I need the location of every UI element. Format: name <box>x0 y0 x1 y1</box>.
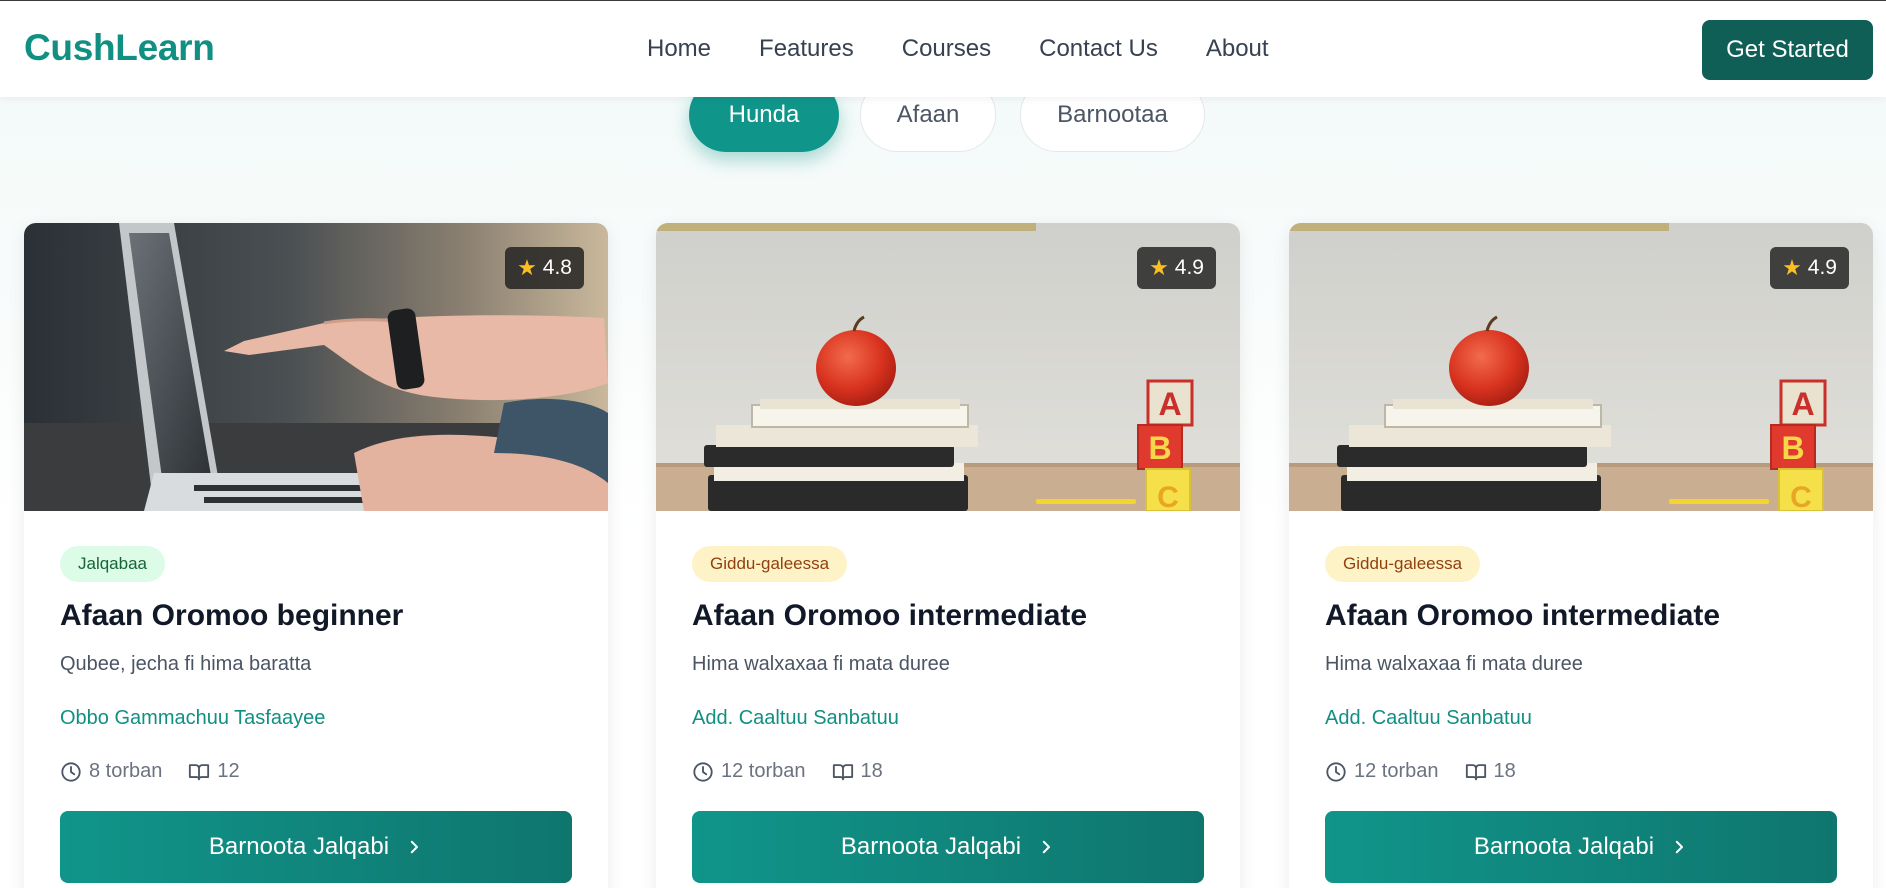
lessons-count: 18 <box>860 760 883 782</box>
duration: 8 torban <box>60 760 162 783</box>
svg-text:A: A <box>1158 386 1181 422</box>
lessons-count: 12 <box>217 760 240 782</box>
course-card[interactable]: ★ 4.8 Jalqabaa Afaan Oromoo beginner Qub… <box>24 223 608 888</box>
rating-badge: ★ 4.9 <box>1137 247 1216 289</box>
course-image-apple: A B C ★ 4.9 <box>1289 223 1873 511</box>
course-image-apple: A B C ★ 4.9 <box>656 223 1240 511</box>
chevron-right-icon <box>1675 840 1684 854</box>
logo[interactable]: CushLearn <box>24 27 215 69</box>
course-description: Hima walxaxaa fi mata duree <box>692 653 950 675</box>
svg-text:B: B <box>1148 430 1171 466</box>
instructor-name[interactable]: Add. Caaltuu Sanbatuu <box>692 706 1204 730</box>
start-course-button[interactable]: Barnoota Jalqabi <box>60 811 572 883</box>
site-header: CushLearn Home Features Courses Contact … <box>0 0 1886 97</box>
duration-value: 8 torban <box>89 760 163 782</box>
start-course-button[interactable]: Barnoota Jalqabi <box>1325 811 1837 883</box>
clock-icon <box>61 761 81 782</box>
nav-about[interactable]: About <box>1206 35 1269 63</box>
instructor-name[interactable]: Add. Caaltuu Sanbatuu <box>1325 706 1837 730</box>
rating-value: 4.9 <box>1174 256 1204 279</box>
course-card[interactable]: A B C ★ 4.9 Giddu-galeessa Afaan Oromoo … <box>656 223 1240 888</box>
lessons-count: 18 <box>1493 760 1516 782</box>
book-icon <box>1465 763 1486 780</box>
chevron-right-icon <box>1042 840 1051 854</box>
rating-badge: ★ 4.8 <box>505 247 584 289</box>
course-description: Hima walxaxaa fi mata duree <box>1325 653 1583 675</box>
duration: 12 torban <box>692 760 806 783</box>
book-icon <box>189 763 210 780</box>
instructor-name[interactable]: Obbo Gammachuu Tasfaayee <box>60 706 572 730</box>
duration-value: 12 torban <box>721 760 806 782</box>
nav-contact-us[interactable]: Contact Us <box>1039 35 1158 63</box>
card-body: Giddu-galeessa Afaan Oromoo intermediate… <box>692 546 1204 783</box>
lessons: 18 <box>832 760 883 783</box>
page: CushLearn Home Features Courses Contact … <box>0 0 1886 888</box>
lessons: 18 <box>1465 760 1516 783</box>
svg-text:C: C <box>1157 481 1179 511</box>
start-course-label: Barnoota Jalqabi <box>840 833 1022 860</box>
level-badge: Giddu-galeessa <box>692 546 848 582</box>
course-meta: 12 torban 18 <box>1325 760 1837 783</box>
rating-value: 4.8 <box>542 256 572 279</box>
rating-badge: ★ 4.9 <box>1770 247 1849 289</box>
book-icon <box>832 763 853 780</box>
star-icon: ★ <box>1149 255 1169 280</box>
start-course-label: Barnoota Jalqabi <box>1473 833 1655 860</box>
start-course-button[interactable]: Barnoota Jalqabi <box>692 811 1204 883</box>
clock-icon <box>693 761 713 782</box>
level-badge: Jalqabaa <box>60 546 166 582</box>
course-description: Qubee, jecha fi hima baratta <box>60 653 312 675</box>
duration-value: 12 torban <box>1354 760 1439 782</box>
course-meta: 8 torban 12 <box>60 760 572 783</box>
course-title[interactable]: Afaan Oromoo intermediate <box>692 598 1204 634</box>
course-title[interactable]: Afaan Oromoo beginner <box>60 598 572 634</box>
rating-value: 4.9 <box>1807 256 1837 279</box>
main-nav: Home Features Courses Contact Us About <box>647 35 1269 63</box>
star-icon: ★ <box>517 255 537 280</box>
get-started-button[interactable]: Get Started <box>1702 20 1873 80</box>
duration: 12 torban <box>1325 760 1439 783</box>
card-body: Jalqabaa Afaan Oromoo beginner Qubee, je… <box>60 546 572 783</box>
card-body: Giddu-galeessa Afaan Oromoo intermediate… <box>1325 546 1837 783</box>
lessons: 12 <box>188 760 240 783</box>
clock-icon <box>1326 761 1346 782</box>
course-meta: 12 torban 18 <box>692 760 1204 783</box>
course-image-laptop: ★ 4.8 <box>24 223 608 511</box>
nav-home[interactable]: Home <box>647 35 711 63</box>
star-icon: ★ <box>1782 255 1802 280</box>
svg-text:C: C <box>1790 481 1812 511</box>
nav-features[interactable]: Features <box>759 35 854 63</box>
chevron-right-icon <box>410 840 419 854</box>
nav-courses[interactable]: Courses <box>902 35 991 63</box>
start-course-label: Barnoota Jalqabi <box>208 833 390 860</box>
svg-text:A: A <box>1791 386 1814 422</box>
svg-text:B: B <box>1781 430 1804 466</box>
course-title[interactable]: Afaan Oromoo intermediate <box>1325 598 1837 634</box>
course-card[interactable]: A B C ★ 4.9 Giddu-galeessa Afaan Oromoo … <box>1289 223 1873 888</box>
level-badge: Giddu-galeessa <box>1325 546 1481 582</box>
